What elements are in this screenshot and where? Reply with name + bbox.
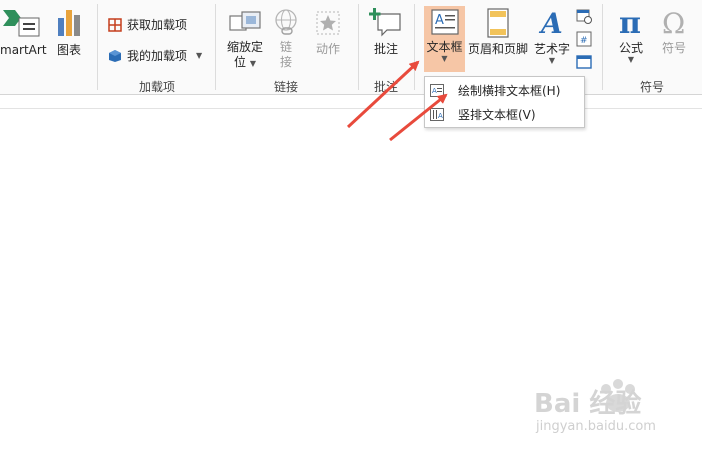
- symbols-group-label: 符号: [639, 80, 664, 94]
- action-label: 动作: [315, 42, 340, 56]
- svg-text:A: A: [438, 112, 443, 120]
- get-addins-button[interactable]: 获取加载项: [108, 16, 187, 33]
- textbox-button[interactable]: A 文本框 ▼: [424, 8, 465, 63]
- header-footer-icon: [487, 8, 509, 38]
- menu-item-vertical-textbox[interactable]: A 竖排文本框(V): [425, 103, 584, 125]
- omega-icon: Ω: [662, 7, 685, 38]
- star-action-icon: [316, 11, 340, 35]
- chevron-down-icon[interactable]: ▼: [612, 56, 650, 64]
- wordart-button[interactable]: A 艺术字 ▼: [532, 8, 572, 65]
- my-addins-label: 我的加载项: [127, 49, 188, 63]
- action-button[interactable]: 动作: [308, 10, 348, 57]
- my-addins-button[interactable]: 我的加载项 ▼: [108, 47, 202, 64]
- chevron-down-icon[interactable]: ▼: [532, 57, 572, 65]
- smartart-label: martArt: [0, 43, 47, 57]
- link-label-line1: 链: [279, 40, 292, 54]
- chart-icon: [58, 10, 80, 36]
- link-button[interactable]: 链 接: [272, 8, 300, 70]
- chart-button[interactable]: 图表: [52, 6, 86, 58]
- textbox-icon: A: [430, 9, 459, 35]
- smartart-button[interactable]: martArt: [0, 6, 47, 58]
- group-separator: [215, 4, 216, 90]
- slide-number-icon[interactable]: #: [576, 31, 592, 47]
- pi-icon: π: [619, 6, 641, 38]
- horizontal-textbox-icon: A: [430, 83, 444, 97]
- chevron-down-icon[interactable]: ▼: [424, 55, 465, 63]
- equation-label: 公式: [618, 41, 643, 55]
- menu-item-label: 绘制横排文本框(H): [458, 83, 561, 98]
- watermark-brand: Bai 经验: [534, 389, 642, 419]
- comment-button[interactable]: 批注: [366, 6, 406, 57]
- header-footer-label: 页眉和页脚: [467, 42, 528, 56]
- addins-group-label: 加载项: [138, 80, 175, 94]
- comments-group-label: 批注: [373, 80, 398, 94]
- group-separator: [358, 4, 359, 90]
- zoom-label-line2: 位 ▼: [234, 55, 256, 69]
- date-time-icon[interactable]: [576, 8, 592, 24]
- get-addins-label: 获取加载项: [127, 18, 188, 32]
- smartart-icon: [3, 10, 40, 37]
- content-border: [0, 108, 702, 109]
- chevron-down-icon[interactable]: ▼: [196, 51, 202, 60]
- zoom-button[interactable]: 缩放定 位 ▼: [224, 10, 266, 71]
- vertical-textbox-icon: A: [430, 107, 444, 121]
- wordart-icon: A: [538, 8, 563, 38]
- store-icon: [108, 17, 122, 32]
- group-separator: [602, 4, 603, 90]
- equation-button[interactable]: π 公式 ▼: [612, 6, 650, 64]
- wordart-label: 艺术字: [533, 42, 570, 56]
- ribbon: [0, 0, 702, 94]
- symbol-button[interactable]: Ω 符号: [656, 6, 692, 56]
- link-label-line2: 接: [279, 55, 292, 69]
- group-separator: [97, 4, 98, 90]
- comment-add-icon: [369, 8, 401, 37]
- comment-label: 批注: [373, 42, 398, 56]
- symbol-label: 符号: [661, 41, 686, 55]
- svg-text:π: π: [619, 6, 641, 38]
- object-icon[interactable]: [576, 54, 592, 70]
- header-footer-button[interactable]: 页眉和页脚: [467, 8, 529, 57]
- links-group-label: 链接: [273, 80, 298, 94]
- svg-text:A: A: [432, 87, 437, 95]
- globe-link-icon: [275, 9, 297, 35]
- svg-text:Ω: Ω: [662, 7, 685, 38]
- textbox-label: 文本框: [426, 40, 463, 54]
- zoom-label-line1: 缩放定: [226, 40, 263, 54]
- group-separator: [414, 4, 415, 90]
- textbox-dropdown-menu: A 绘制横排文本框(H) A 竖排文本框(V): [424, 76, 585, 128]
- svg-text:A: A: [435, 13, 444, 28]
- svg-text:#: #: [580, 36, 588, 46]
- chart-label: 图表: [56, 43, 81, 57]
- watermark-url: jingyan.baidu.com: [536, 419, 656, 434]
- zoom-icon: [229, 11, 261, 31]
- ribbon-border: [0, 94, 702, 95]
- addin-cube-icon: [109, 49, 121, 62]
- menu-item-horizontal-textbox[interactable]: A 绘制横排文本框(H): [425, 79, 584, 101]
- svg-text:A: A: [538, 8, 563, 38]
- menu-item-label: 竖排文本框(V): [458, 107, 536, 122]
